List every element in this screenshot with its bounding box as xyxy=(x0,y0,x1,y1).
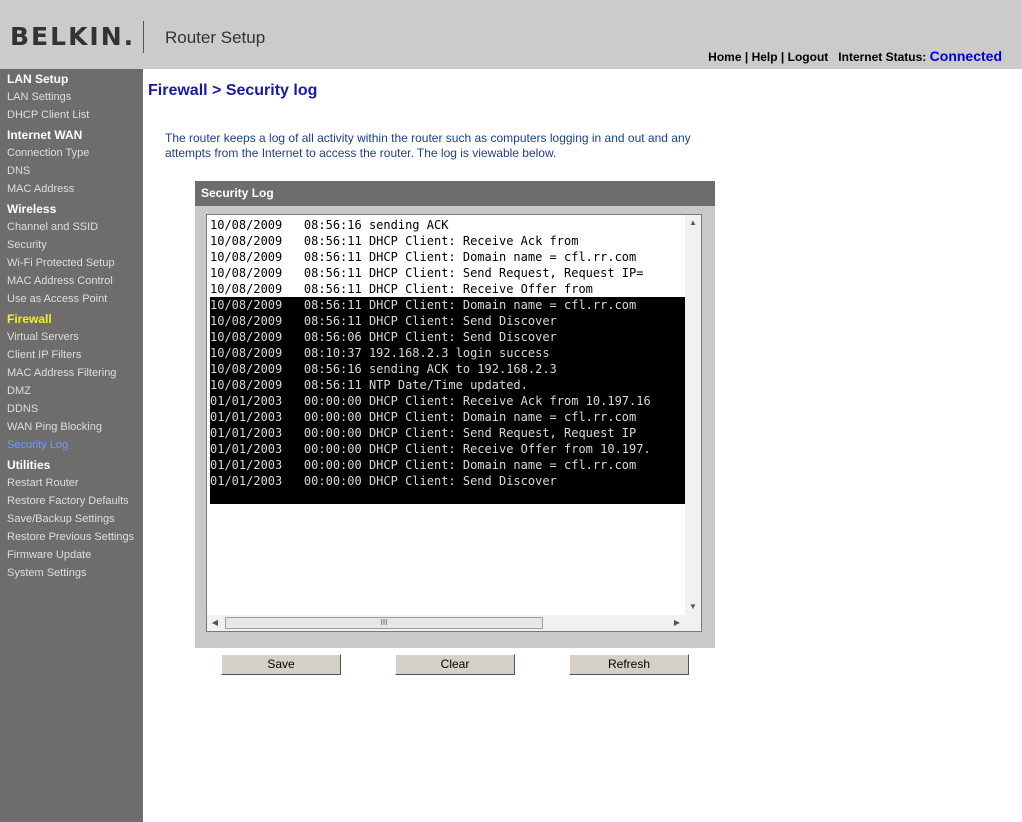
sidebar-item-dmz[interactable]: DMZ xyxy=(0,382,143,400)
sidebar-item-ddns[interactable]: DDNS xyxy=(0,400,143,418)
header: BELKIN. Router Setup Home | Help | Logou… xyxy=(0,0,1022,69)
sidebar-section-utilities: Utilities xyxy=(7,458,51,472)
log-line: 10/08/2009 08:56:11 NTP Date/Time update… xyxy=(210,377,686,393)
sidebar-item-restore-previous-settings[interactable]: Restore Previous Settings xyxy=(0,528,143,546)
horizontal-scroll-thumb[interactable]: III xyxy=(225,617,543,629)
security-log-title: Security Log xyxy=(195,181,715,206)
log-line: 10/08/2009 08:56:11 DHCP Client: Domain … xyxy=(210,250,637,264)
scroll-right-arrow-icon[interactable]: ▶ xyxy=(669,615,685,631)
sidebar-item-mac-address-control[interactable]: MAC Address Control xyxy=(0,272,143,290)
scroll-up-arrow-icon[interactable]: ▲ xyxy=(685,215,701,231)
app-title: Router Setup xyxy=(165,28,266,47)
horizontal-scrollbar[interactable]: ◀ III ▶ xyxy=(207,615,701,631)
sidebar-item-wi-fi-protected-setup[interactable]: Wi-Fi Protected Setup xyxy=(0,254,143,272)
sidebar-item-virtual-servers[interactable]: Virtual Servers xyxy=(0,328,143,346)
page-title: Firewall > Security log xyxy=(148,82,318,99)
header-divider xyxy=(143,21,144,53)
log-lines: 10/08/2009 08:56:16 sending ACK 10/08/200… xyxy=(210,217,686,504)
save-button[interactable]: Save xyxy=(221,654,341,675)
log-line: 01/01/2003 00:00:00 DHCP Client: Receive… xyxy=(210,393,686,409)
sidebar-item-mac-address-filtering[interactable]: MAC Address Filtering xyxy=(0,364,143,382)
sidebar-item-security-log[interactable]: Security Log xyxy=(0,436,143,454)
internet-status-value: Connected xyxy=(929,48,1002,64)
sidebar-item-wan-ping-blocking[interactable]: WAN Ping Blocking xyxy=(0,418,143,436)
sidebar-item-security[interactable]: Security xyxy=(0,236,143,254)
belkin-logo: BELKIN. xyxy=(10,22,136,51)
sidebar-item-dhcp-client-list[interactable]: DHCP Client List xyxy=(0,106,143,124)
sidebar-section-firewall: Firewall xyxy=(7,312,52,326)
sidebar-item-channel-and-ssid[interactable]: Channel and SSID xyxy=(0,218,143,236)
scroll-down-arrow-icon[interactable]: ▼ xyxy=(685,599,701,615)
log-line: 10/08/2009 08:56:11 DHCP Client: Domain … xyxy=(210,297,686,313)
sidebar-item-restart-router[interactable]: Restart Router xyxy=(0,474,143,492)
sidebar-item-lan-settings[interactable]: LAN Settings xyxy=(0,88,143,106)
sidebar-section-wireless: Wireless xyxy=(7,202,57,216)
nav-separator: | xyxy=(744,50,749,64)
vertical-scrollbar[interactable]: ▲ ▼ xyxy=(685,215,701,615)
log-line: 10/08/2009 08:56:11 DHCP Client: Receive… xyxy=(210,282,593,296)
nav-separator: | xyxy=(780,50,785,64)
top-nav: Home | Help | Logout Internet Status: Co… xyxy=(708,48,1002,64)
home-link[interactable]: Home xyxy=(708,50,741,64)
log-line: 01/01/2003 00:00:00 DHCP Client: Send Di… xyxy=(210,473,686,489)
log-line: 10/08/2009 08:56:11 DHCP Client: Send Di… xyxy=(210,313,686,329)
sidebar-item-save-backup-settings[interactable]: Save/Backup Settings xyxy=(0,510,143,528)
logout-link[interactable]: Logout xyxy=(788,50,829,64)
refresh-button[interactable]: Refresh xyxy=(569,654,689,675)
log-line: 01/01/2003 00:00:00 DHCP Client: Domain … xyxy=(210,457,686,473)
security-log-panel: Security Log 10/08/2009 08:56:16 sending… xyxy=(195,181,715,648)
sidebar-item-system-settings[interactable]: System Settings xyxy=(0,564,143,582)
log-line: 10/08/2009 08:56:11 DHCP Client: Receive… xyxy=(210,234,579,248)
scroll-left-arrow-icon[interactable]: ◀ xyxy=(207,615,223,631)
log-line: 10/08/2009 08:56:06 DHCP Client: Send Di… xyxy=(210,329,686,345)
sidebar-section-lan-setup: LAN Setup xyxy=(7,72,69,86)
log-redaction-block xyxy=(210,489,686,504)
log-line: 01/01/2003 00:00:00 DHCP Client: Send Re… xyxy=(210,425,686,441)
sidebar-item-client-ip-filters[interactable]: Client IP Filters xyxy=(0,346,143,364)
sidebar: LAN Setup LAN Settings DHCP Client List Int… xyxy=(0,69,143,822)
sidebar-item-use-as-access-point[interactable]: Use as Access Point xyxy=(0,290,143,308)
log-line: 01/01/2003 00:00:00 DHCP Client: Receive… xyxy=(210,441,686,457)
log-line: 10/08/2009 08:56:16 sending ACK xyxy=(210,218,449,232)
sidebar-item-connection-type[interactable]: Connection Type xyxy=(0,144,143,162)
sidebar-item-mac-address[interactable]: MAC Address xyxy=(0,180,143,198)
sidebar-item-restore-factory-defaults[interactable]: Restore Factory Defaults xyxy=(0,492,143,510)
internet-status-label: Internet Status: xyxy=(838,50,927,64)
sidebar-section-internet-wan: Internet WAN xyxy=(7,128,83,142)
log-line: 01/01/2003 00:00:00 DHCP Client: Domain … xyxy=(210,409,686,425)
help-link[interactable]: Help xyxy=(752,50,778,64)
sidebar-item-firmware-update[interactable]: Firmware Update xyxy=(0,546,143,564)
log-line: 10/08/2009 08:56:16 sending ACK to 192.1… xyxy=(210,361,686,377)
intro-text: The router keeps a log of all activity w… xyxy=(165,131,691,160)
log-line: 10/08/2009 08:10:37 192.168.2.3 login su… xyxy=(210,345,686,361)
clear-button[interactable]: Clear xyxy=(395,654,515,675)
security-log-textarea[interactable]: 10/08/2009 08:56:16 sending ACK 10/08/200… xyxy=(206,214,702,632)
sidebar-item-dns[interactable]: DNS xyxy=(0,162,143,180)
log-line: 10/08/2009 08:56:11 DHCP Client: Send Re… xyxy=(210,266,644,280)
